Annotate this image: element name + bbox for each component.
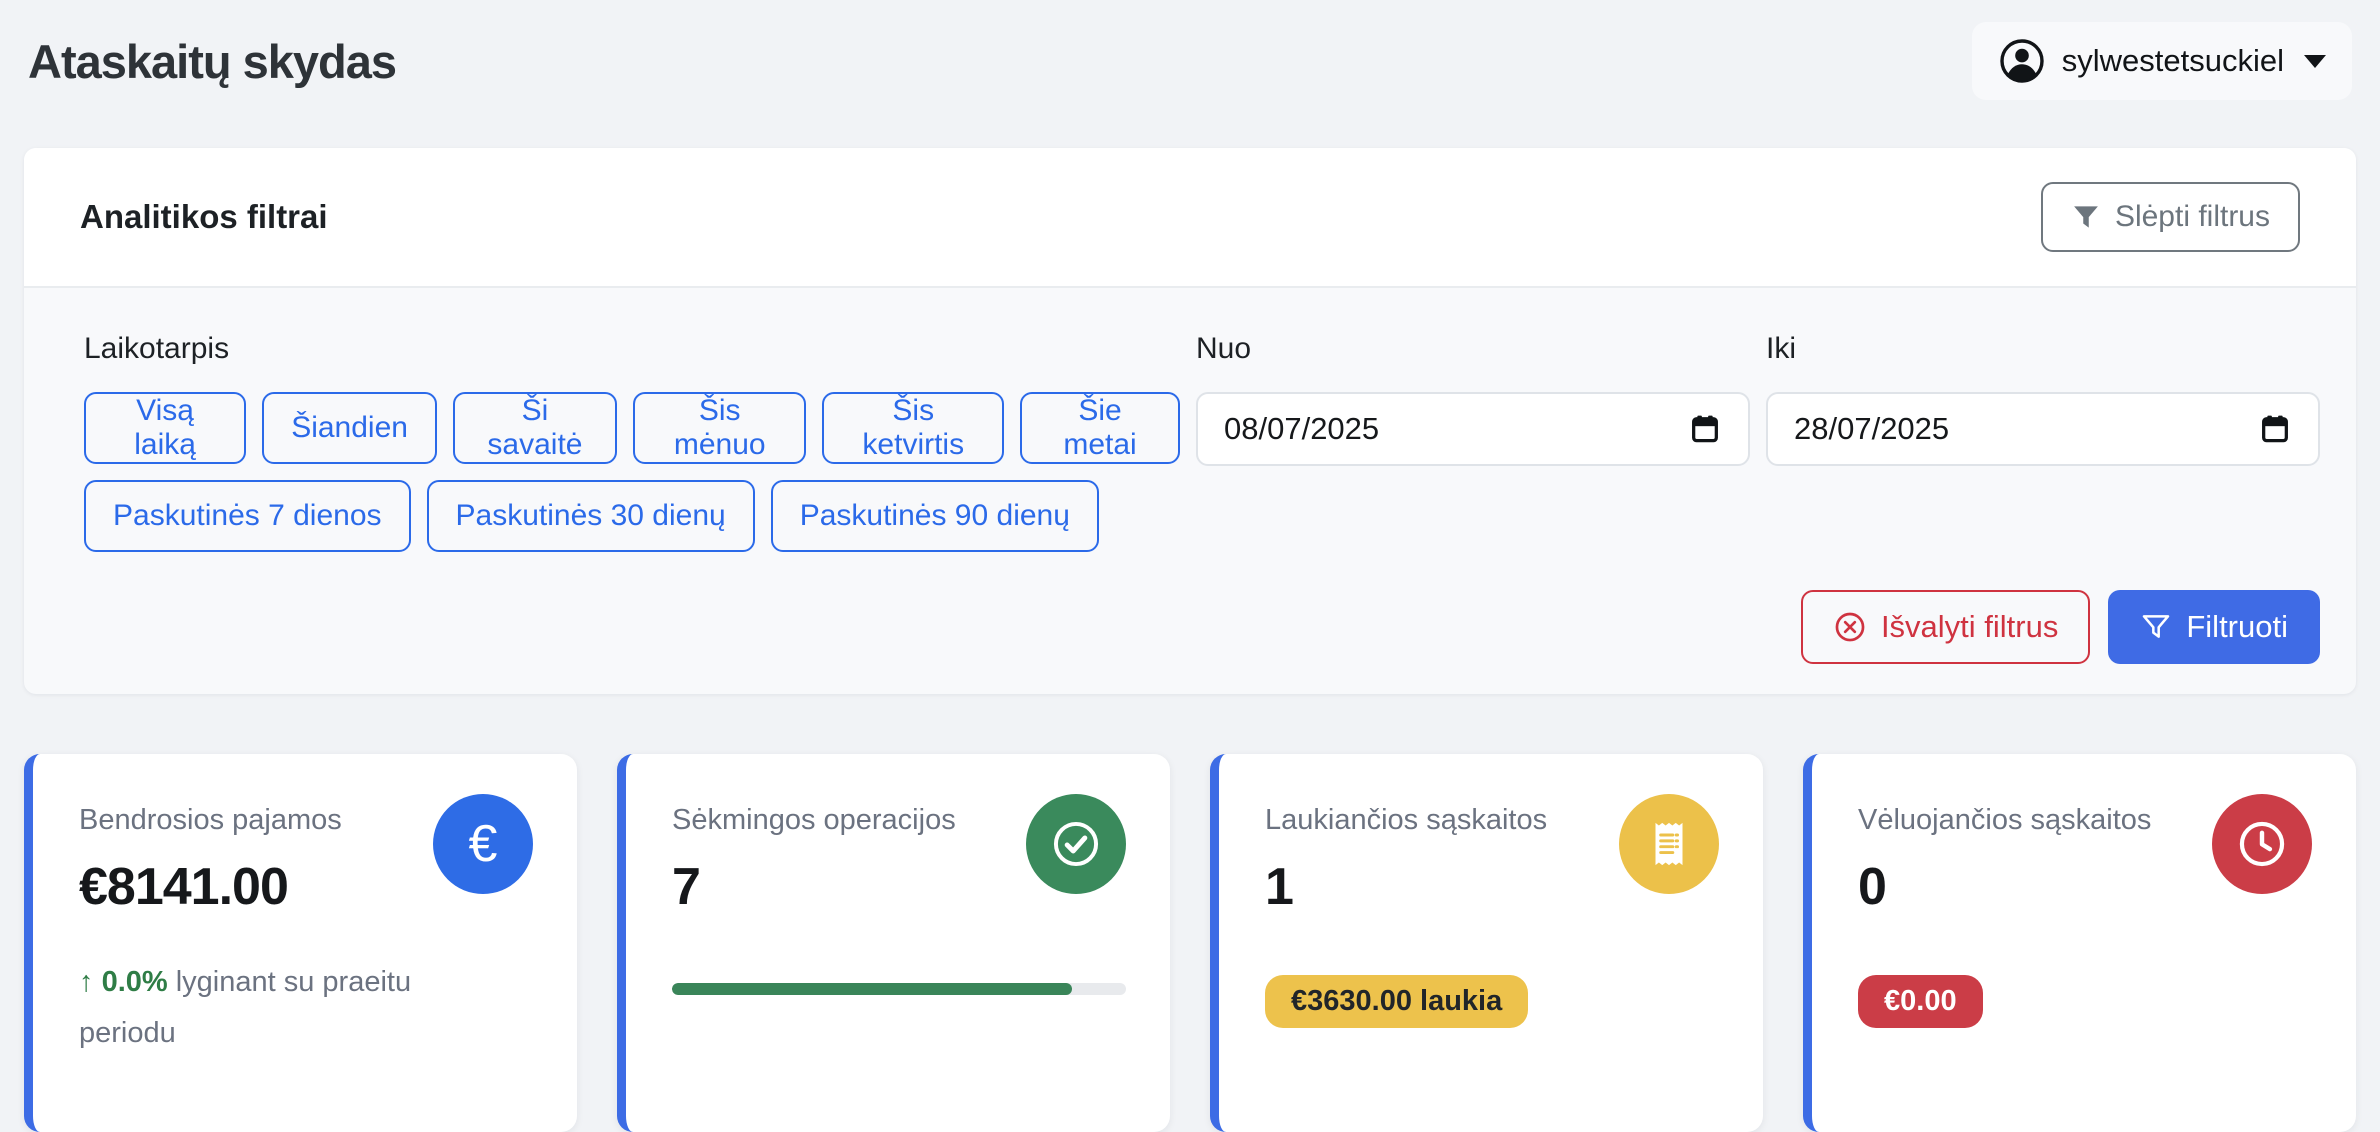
calendar-icon[interactable] xyxy=(1688,412,1722,446)
date-to-input[interactable]: 28/07/2025 xyxy=(1766,392,2320,466)
period-label: Laikotarpis xyxy=(84,332,1180,366)
period-chips-row-2: Paskutinės 7 dienos Paskutinės 30 dienų … xyxy=(84,480,1180,552)
period-chip-paskutines-90-dienu[interactable]: Paskutinės 90 dienų xyxy=(771,480,1099,552)
filters-panel-body: Laikotarpis Visą laiką Šiandien Ši savai… xyxy=(24,288,2356,694)
receipt-icon xyxy=(1619,794,1719,894)
date-to-label: Iki xyxy=(1766,332,2320,366)
clock-icon xyxy=(2212,794,2312,894)
date-to-value: 28/07/2025 xyxy=(1794,411,1949,447)
clear-filters-label: Išvalyti filtrus xyxy=(1881,609,2058,645)
calendar-icon[interactable] xyxy=(2258,412,2292,446)
trend-percent: 0.0% xyxy=(102,966,168,998)
analytics-filters-panel: Analitikos filtrai Slėpti filtrus Laikot… xyxy=(24,148,2356,694)
date-from-section: Nuo 08/07/2025 xyxy=(1196,332,1750,568)
trend-up-arrow: ↑ xyxy=(79,966,94,998)
progress-bar xyxy=(672,983,1126,995)
period-chip-paskutines-7-dienos[interactable]: Paskutinės 7 dienos xyxy=(84,480,411,552)
stat-card-overdue-invoices: Vėluojančios sąskaitos 0 €0.00 xyxy=(1803,754,2356,1132)
stat-card-successful-operations: Sėkmingos operacijos 7 xyxy=(617,754,1170,1132)
dashboard-page: Ataskaitų skydas sylwestetsuckiel Analit… xyxy=(0,0,2380,1124)
chevron-down-icon xyxy=(2304,55,2326,68)
period-chip-si-savaite[interactable]: Ši savaitė xyxy=(453,392,617,464)
top-bar: Ataskaitų skydas sylwestetsuckiel xyxy=(24,0,2356,118)
period-chip-sis-ketvirtis[interactable]: Šis ketvirtis xyxy=(822,392,1004,464)
stat-cards: Bendrosios pajamos €8141.00 € ↑ 0.0% lyg… xyxy=(24,754,2356,1132)
user-menu[interactable]: sylwestetsuckiel xyxy=(1972,22,2352,100)
period-section: Laikotarpis Visą laiką Šiandien Ši savai… xyxy=(60,332,1180,568)
hide-filters-label: Slėpti filtrus xyxy=(2115,200,2270,234)
filter-actions: Išvalyti filtrus Filtruoti xyxy=(60,590,2320,664)
period-chip-sie-metai[interactable]: Šie metai xyxy=(1020,392,1180,464)
apply-filters-button[interactable]: Filtruoti xyxy=(2108,590,2320,664)
date-to-section: Iki 28/07/2025 xyxy=(1766,332,2320,568)
period-chip-paskutines-30-dienu[interactable]: Paskutinės 30 dienų xyxy=(427,480,755,552)
stat-card-total-revenue: Bendrosios pajamos €8141.00 € ↑ 0.0% lyg… xyxy=(24,754,577,1132)
page-title: Ataskaitų skydas xyxy=(28,34,396,89)
pending-amount-badge: €3630.00 laukia xyxy=(1265,975,1528,1028)
trend-text: ↑ 0.0% lyginant su praeitu periodu xyxy=(79,957,509,1059)
period-chip-siandien[interactable]: Šiandien xyxy=(262,392,437,464)
period-chip-sis-menuo[interactable]: Šis mėnuo xyxy=(633,392,807,464)
check-circle-icon xyxy=(1026,794,1126,894)
period-chip-visa-laika[interactable]: Visą laiką xyxy=(84,392,246,464)
apply-filters-label: Filtruoti xyxy=(2186,609,2288,645)
period-chips-row-1: Visą laiką Šiandien Ši savaitė Šis mėnuo… xyxy=(84,392,1180,464)
filters-panel-title: Analitikos filtrai xyxy=(80,198,328,236)
user-name: sylwestetsuckiel xyxy=(2062,43,2284,79)
circle-x-icon xyxy=(1833,610,1867,644)
funnel-filled-icon xyxy=(2071,202,2101,232)
funnel-outline-icon xyxy=(2140,611,2172,643)
date-from-label: Nuo xyxy=(1196,332,1750,366)
filters-panel-header: Analitikos filtrai Slėpti filtrus xyxy=(24,148,2356,288)
euro-icon: € xyxy=(433,794,533,894)
progress-bar-fill xyxy=(672,983,1072,995)
hide-filters-button[interactable]: Slėpti filtrus xyxy=(2041,182,2300,252)
stat-card-pending-invoices: Laukiančios sąskaitos 1 €3630.00 laukia xyxy=(1210,754,1763,1132)
user-avatar-icon xyxy=(1998,37,2046,85)
date-from-value: 08/07/2025 xyxy=(1224,411,1379,447)
overdue-amount-badge: €0.00 xyxy=(1858,975,1983,1028)
clear-filters-button[interactable]: Išvalyti filtrus xyxy=(1801,590,2090,664)
date-from-input[interactable]: 08/07/2025 xyxy=(1196,392,1750,466)
